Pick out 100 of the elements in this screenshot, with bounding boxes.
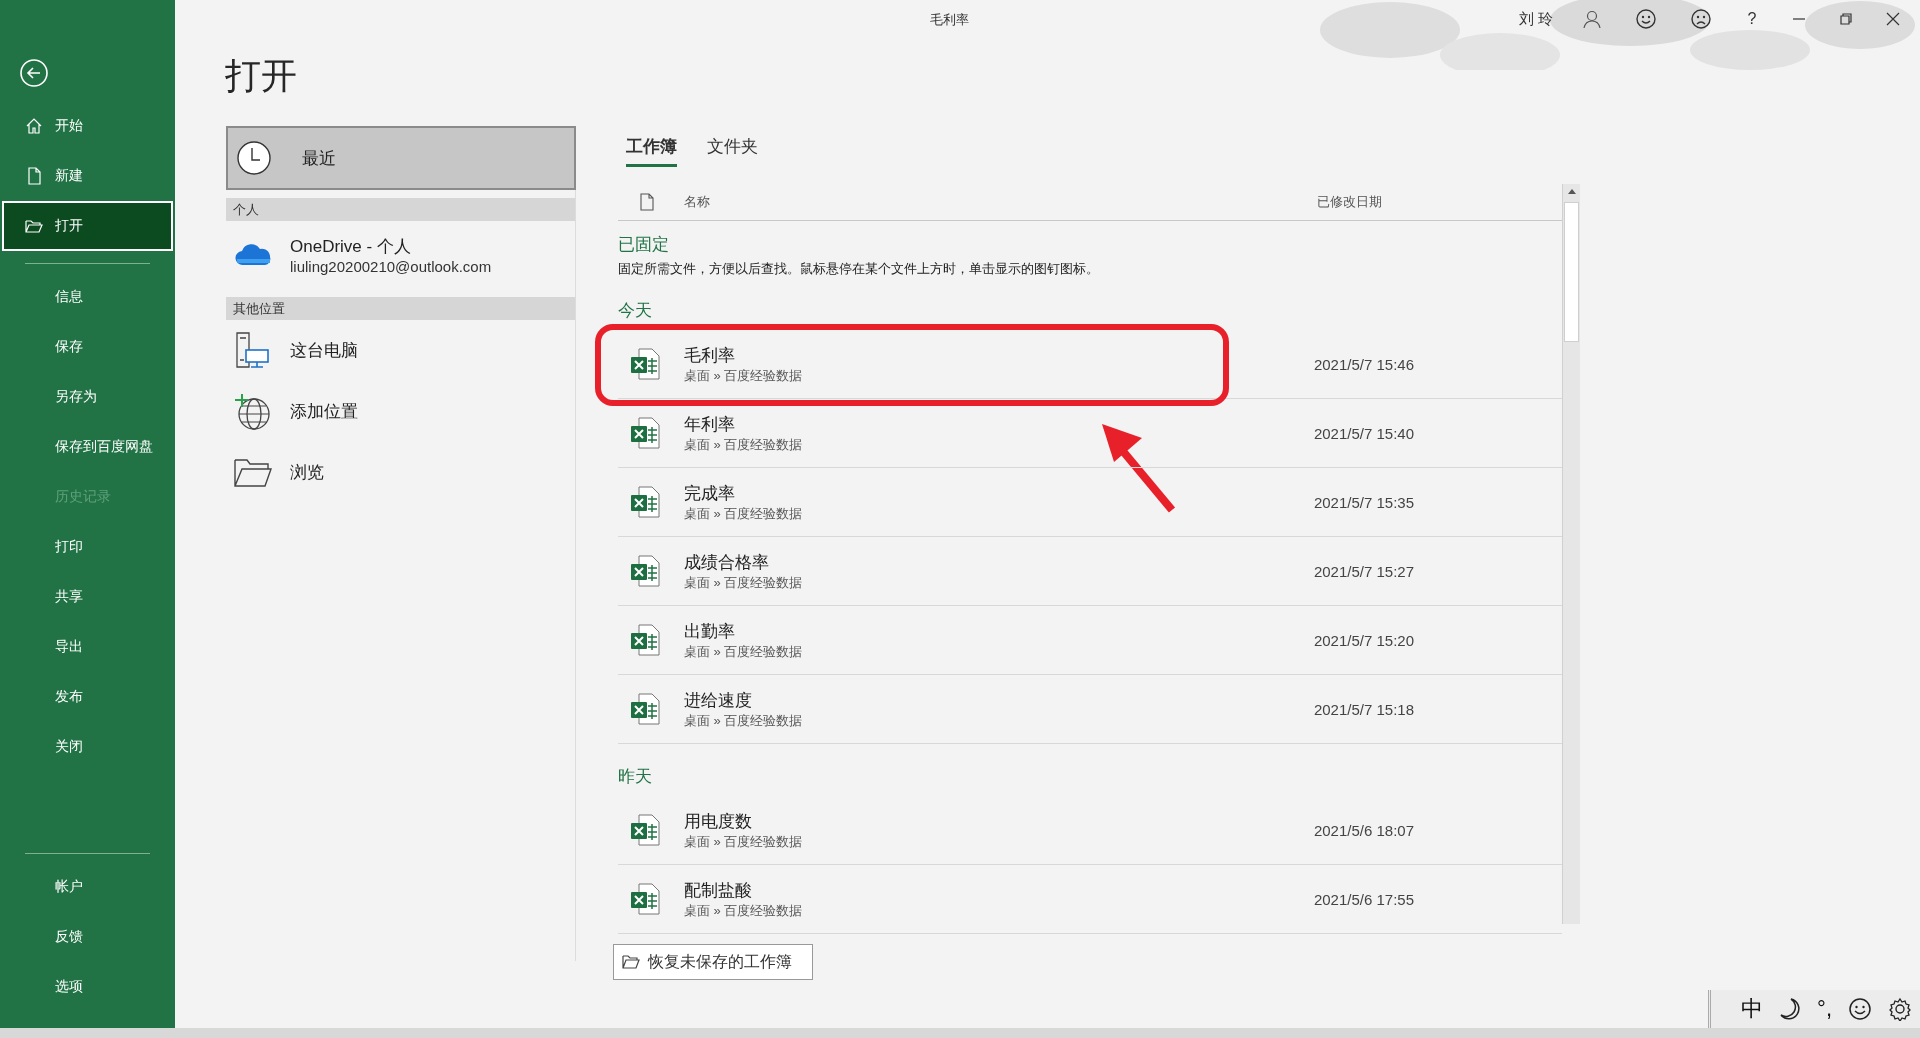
settings-icon[interactable] [1888,997,1912,1021]
sidebar-item[interactable]: 打印 [2,522,173,572]
scrollbar[interactable] [1562,184,1580,924]
horizontal-scrollbar[interactable] [0,1028,1920,1038]
file-row[interactable]: 进给速度 桌面 » 百度经验数据 2021/5/7 15:18 [618,675,1562,744]
tab[interactable]: 工作簿 [626,135,677,167]
folder-icon [25,217,43,235]
user-name[interactable]: 刘 玲 [1518,9,1553,29]
location-item[interactable]: 这台电脑 [226,320,575,381]
document-icon [640,193,654,211]
modified-date: 2021/5/7 15:46 [1313,355,1414,373]
spreadsheet-icon [630,814,660,846]
file-name: 用电度数 [684,810,753,833]
globe-plus-icon [234,392,272,431]
file-path: 桌面 » 百度经验数据 [684,642,803,661]
close-icon[interactable] [1886,12,1900,26]
spreadsheet-icon [630,555,660,587]
spreadsheet-icon [630,624,660,656]
sidebar-item[interactable]: 共享 [2,572,173,622]
modified-date: 2021/5/6 18:07 [1313,821,1414,839]
column-header[interactable]: 已修改日期 [1317,193,1382,211]
moon-icon[interactable] [1779,997,1802,1021]
file-path: 桌面 » 百度经验数据 [684,832,803,851]
tab[interactable]: 文件夹 [707,135,758,167]
modified-date: 2021/5/7 15:20 [1313,631,1414,649]
file-name: 毛利率 [684,344,736,367]
sidebar-item[interactable]: 帐户 [2,862,173,912]
sidebar-item[interactable]: 保存到百度网盘 [2,422,173,472]
file-name: 年利率 [684,413,736,436]
file-row[interactable]: 配制盐酸 桌面 » 百度经验数据 2021/5/6 17:55 [618,865,1562,934]
file-row[interactable]: 毛利率 桌面 » 百度经验数据 2021/5/7 15:46 [618,330,1562,399]
smile-icon[interactable] [1848,997,1872,1021]
file-name: 进给速度 [684,689,753,712]
modified-date: 2021/5/7 15:35 [1313,493,1414,511]
file-name: 配制盐酸 [684,879,753,902]
file-name: 出勤率 [684,620,736,643]
column-header[interactable]: 名称 [684,193,710,211]
sidebar-item[interactable]: 关闭 [2,722,173,772]
sidebar-item[interactable]: 开始 [2,101,173,151]
sidebar-item[interactable]: 信息 [2,272,173,322]
location-name: OneDrive - 个人 [290,236,412,258]
punctuation-button[interactable]: °, [1817,996,1832,1022]
file-path: 桌面 » 百度经验数据 [684,573,803,592]
sidebar-item[interactable]: 发布 [2,672,173,722]
location-item[interactable]: 添加位置 [226,381,575,442]
spreadsheet-icon [630,693,660,725]
file-path: 桌面 » 百度经验数据 [684,435,803,454]
help-button[interactable]: ? [1745,10,1759,28]
location-name: 这台电脑 [290,340,358,362]
location-item[interactable]: OneDrive - 个人 liuling20200210@outlook.com [226,221,575,289]
clock-icon [236,140,272,176]
page-title: 打开 [225,54,298,98]
file-name: 完成率 [684,482,736,505]
section-heading: 昨天 [618,766,653,788]
spreadsheet-icon [630,486,660,518]
file-path: 桌面 » 百度经验数据 [684,366,803,385]
sidebar-item[interactable]: 反馈 [2,912,173,962]
file-name: 成绩合格率 [684,551,770,574]
restore-icon[interactable] [1839,12,1853,26]
file-row[interactable]: 出勤率 桌面 » 百度经验数据 2021/5/7 15:20 [618,606,1562,675]
spreadsheet-icon [630,883,660,915]
folder-icon [622,955,640,969]
section-heading: 今天 [618,300,653,322]
file-row[interactable]: 成绩合格率 桌面 » 百度经验数据 2021/5/7 15:27 [618,537,1562,606]
sidebar-item[interactable]: 导出 [2,622,173,672]
modified-date: 2021/5/7 15:27 [1313,562,1414,580]
sidebar-item[interactable]: 新建 [2,151,173,201]
back-icon[interactable] [19,58,49,88]
file-row[interactable]: 年利率 桌面 » 百度经验数据 2021/5/7 15:40 [618,399,1562,468]
section-heading: 已固定 [618,234,670,256]
location-item[interactable]: 浏览 [226,442,575,503]
sidebar-item[interactable]: 保存 [2,322,173,372]
spreadsheet-icon [630,417,660,449]
modified-date: 2021/5/7 15:40 [1313,424,1414,442]
person-icon[interactable] [1582,9,1602,29]
frown-icon[interactable] [1690,8,1712,30]
modified-date: 2021/5/7 15:18 [1313,700,1414,718]
recover-button[interactable]: 恢复未保存的工作簿 [613,944,813,980]
location-name: 添加位置 [290,401,358,423]
file-path: 桌面 » 百度经验数据 [684,901,803,920]
location-name: 浏览 [290,462,324,484]
window-title: 毛利率 [930,11,969,29]
sidebar-item[interactable]: 选项 [2,962,173,1012]
recent-button[interactable]: 最近 [226,126,576,190]
sidebar-item[interactable]: 另存为 [2,372,173,422]
file-path: 桌面 » 百度经验数据 [684,504,803,523]
home-icon [25,117,43,135]
spreadsheet-icon [630,348,660,380]
sidebar-item[interactable]: 打开 [2,201,173,251]
pinned-hint: 固定所需文件，方便以后查找。鼠标悬停在某个文件上方时，单击显示的图钉图标。 [618,260,1100,278]
document-icon [25,167,43,185]
cloud-icon [234,243,272,267]
smile-icon[interactable] [1635,8,1657,30]
section-heading: 个人 [226,198,575,221]
file-row[interactable]: 用电度数 桌面 » 百度经验数据 2021/5/6 18:07 [618,796,1562,865]
section-heading: 其他位置 [226,297,575,320]
input-mode-button[interactable]: 中 [1741,994,1764,1024]
file-row[interactable]: 完成率 桌面 » 百度经验数据 2021/5/7 15:35 [618,468,1562,537]
scroll-thumb[interactable] [1564,202,1579,342]
account-email: liuling20200210@outlook.com [290,258,492,275]
